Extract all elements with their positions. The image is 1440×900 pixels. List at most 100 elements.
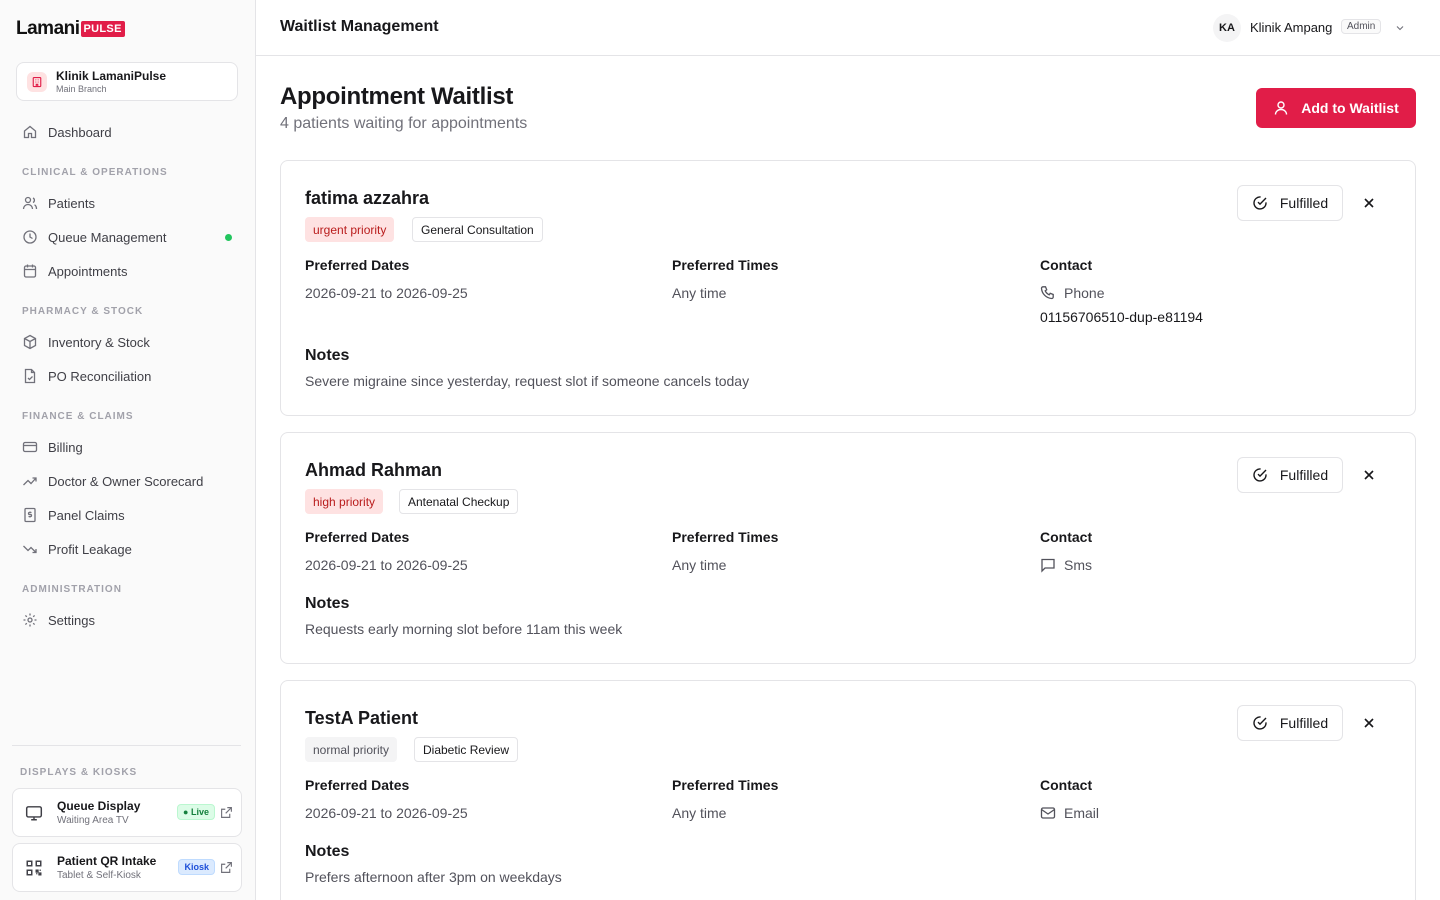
kiosk-title: Patient QR Intake — [57, 853, 157, 868]
sidebar-item-settings[interactable]: Settings — [12, 605, 242, 635]
fulfilled-button[interactable]: Fulfilled — [1237, 457, 1343, 493]
section-clinical: CLINICAL & OPERATIONS — [22, 167, 168, 178]
sidebar-item-label: Inventory & Stock — [48, 334, 150, 350]
sidebar-item-label: Settings — [48, 612, 95, 628]
contact-label: Contact — [1040, 777, 1093, 793]
receipt-icon — [24, 507, 36, 523]
sidebar-item-label: Panel Claims — [48, 507, 125, 523]
kiosk-badge: Kiosk — [178, 859, 215, 875]
check-circle-icon — [1253, 468, 1267, 482]
sidebar-item-patients[interactable]: Patients — [12, 188, 242, 218]
sidebar-item-label: PO Reconciliation — [48, 368, 152, 384]
kiosk-queue-display[interactable]: Queue Display Waiting Area TV ● Live — [12, 788, 242, 837]
page-subtitle: 4 patients waiting for appointments — [280, 115, 528, 132]
clinic-branch: Main Branch — [56, 83, 107, 94]
header-title: Waitlist Management — [280, 18, 439, 35]
role-badge: Admin — [1341, 19, 1382, 34]
preferred-times-label: Preferred Times — [672, 257, 779, 273]
appointment-type-badge: Antenatal Checkup — [399, 489, 519, 514]
sidebar-item-po-reconciliation[interactable]: PO Reconciliation — [12, 361, 242, 391]
page-title: Appointment Waitlist — [280, 83, 514, 110]
contact-value: 01156706510-dup-e81194 — [1040, 309, 1203, 325]
appointment-type-badge: General Consultation — [412, 217, 543, 242]
close-icon[interactable] — [1361, 195, 1377, 211]
contact-method: Phone — [1040, 285, 1104, 301]
contact-label: Contact — [1040, 257, 1093, 273]
section-finance: FINANCE & CLAIMS — [22, 411, 134, 422]
message-square-icon — [1041, 558, 1055, 573]
priority-badge: normal priority — [305, 737, 398, 762]
preferred-dates-label: Preferred Dates — [305, 777, 410, 793]
section-pharmacy: PHARMACY & STOCK — [22, 306, 144, 317]
sidebar-item-queue[interactable]: Queue Management — [12, 222, 242, 252]
mail-icon — [1040, 807, 1056, 819]
sidebar-item-dashboard[interactable]: Dashboard — [12, 117, 242, 147]
close-icon[interactable] — [1361, 715, 1377, 731]
sidebar-divider — [12, 745, 241, 746]
qr-code-icon — [26, 860, 42, 875]
preferred-dates-label: Preferred Dates — [305, 257, 410, 273]
kiosk-qr-intake[interactable]: Patient QR Intake Tablet & Self-Kiosk Ki… — [12, 843, 242, 892]
sidebar-item-profit-leakage[interactable]: Profit Leakage — [12, 534, 242, 564]
sidebar-item-appointments[interactable]: Appointments — [12, 256, 242, 286]
sidebar-item-inventory[interactable]: Inventory & Stock — [12, 327, 242, 357]
notes-label: Notes — [305, 347, 350, 364]
preferred-times-label: Preferred Times — [672, 529, 779, 545]
external-link-icon[interactable] — [220, 861, 233, 874]
top-bar: Waitlist Management KA Klinik Ampang Adm… — [256, 0, 1440, 56]
trending-down-icon — [23, 545, 37, 554]
trending-up-icon — [23, 477, 37, 486]
user-name[interactable]: Klinik Ampang — [1250, 20, 1332, 35]
check-circle-icon — [1253, 196, 1267, 210]
chevron-down-icon[interactable] — [1394, 22, 1406, 34]
contact-method: Sms — [1040, 557, 1092, 573]
priority-badge: urgent priority — [305, 217, 395, 242]
preferred-times-value: Any time — [672, 557, 727, 573]
sidebar-item-label: Dashboard — [48, 124, 112, 140]
users-icon — [22, 196, 38, 210]
clinic-name: Klinik LamaniPulse — [56, 68, 167, 83]
sidebar-item-label: Queue Management — [48, 229, 167, 245]
user-plus-icon — [1275, 101, 1288, 115]
sidebar-item-label: Billing — [48, 439, 83, 455]
preferred-times-value: Any time — [672, 805, 727, 821]
contact-method: Email — [1040, 805, 1099, 821]
live-badge: ● Live — [177, 804, 215, 820]
section-admin: ADMINISTRATION — [22, 584, 122, 595]
preferred-times-value: Any time — [672, 285, 727, 301]
patient-name: TestA Patient — [305, 708, 419, 728]
sidebar-item-billing[interactable]: Billing — [12, 432, 242, 462]
notes-value: Prefers afternoon after 3pm on weekdays — [305, 869, 562, 885]
brand-badge: PULSE — [80, 21, 125, 37]
add-to-waitlist-button[interactable]: Add to Waitlist — [1256, 88, 1416, 128]
sidebar-item-label: Appointments — [48, 263, 128, 279]
fulfilled-button[interactable]: Fulfilled — [1237, 185, 1343, 221]
external-link-icon[interactable] — [220, 806, 233, 819]
patient-name: Ahmad Rahman — [305, 460, 443, 480]
appointment-type-badge: Diabetic Review — [414, 737, 519, 762]
brand-name: Lamani — [16, 18, 80, 39]
section-displays: DISPLAYS & KIOSKS — [20, 767, 138, 778]
preferred-dates-value: 2026-09-21 to 2026-09-25 — [305, 805, 468, 821]
package-icon — [23, 334, 37, 350]
kiosk-title: Queue Display — [57, 798, 141, 813]
contact-label: Contact — [1040, 529, 1093, 545]
avatar[interactable]: KA — [1213, 14, 1241, 42]
preferred-dates-label: Preferred Dates — [305, 529, 410, 545]
waitlist-card: Ahmad Rahman high priority Antenatal Che… — [280, 432, 1416, 664]
patient-name: fatima azzahra — [305, 188, 430, 208]
close-icon[interactable] — [1361, 467, 1377, 483]
preferred-times-label: Preferred Times — [672, 777, 779, 793]
brand-logo[interactable]: Lamani PULSE — [16, 18, 125, 40]
credit-card-icon — [22, 441, 38, 453]
add-button-label: Add to Waitlist — [1301, 100, 1399, 116]
gear-icon — [23, 613, 37, 627]
sidebar-item-scorecard[interactable]: Doctor & Owner Scorecard — [12, 466, 242, 496]
fulfilled-button[interactable]: Fulfilled — [1237, 705, 1343, 741]
clinic-switcher[interactable]: Klinik LamaniPulse Main Branch — [16, 62, 238, 101]
preferred-dates-value: 2026-09-21 to 2026-09-25 — [305, 557, 468, 573]
monitor-icon — [25, 805, 43, 820]
clock-icon — [23, 230, 37, 244]
phone-icon — [1040, 286, 1054, 300]
sidebar-item-panel-claims[interactable]: Panel Claims — [12, 500, 242, 530]
